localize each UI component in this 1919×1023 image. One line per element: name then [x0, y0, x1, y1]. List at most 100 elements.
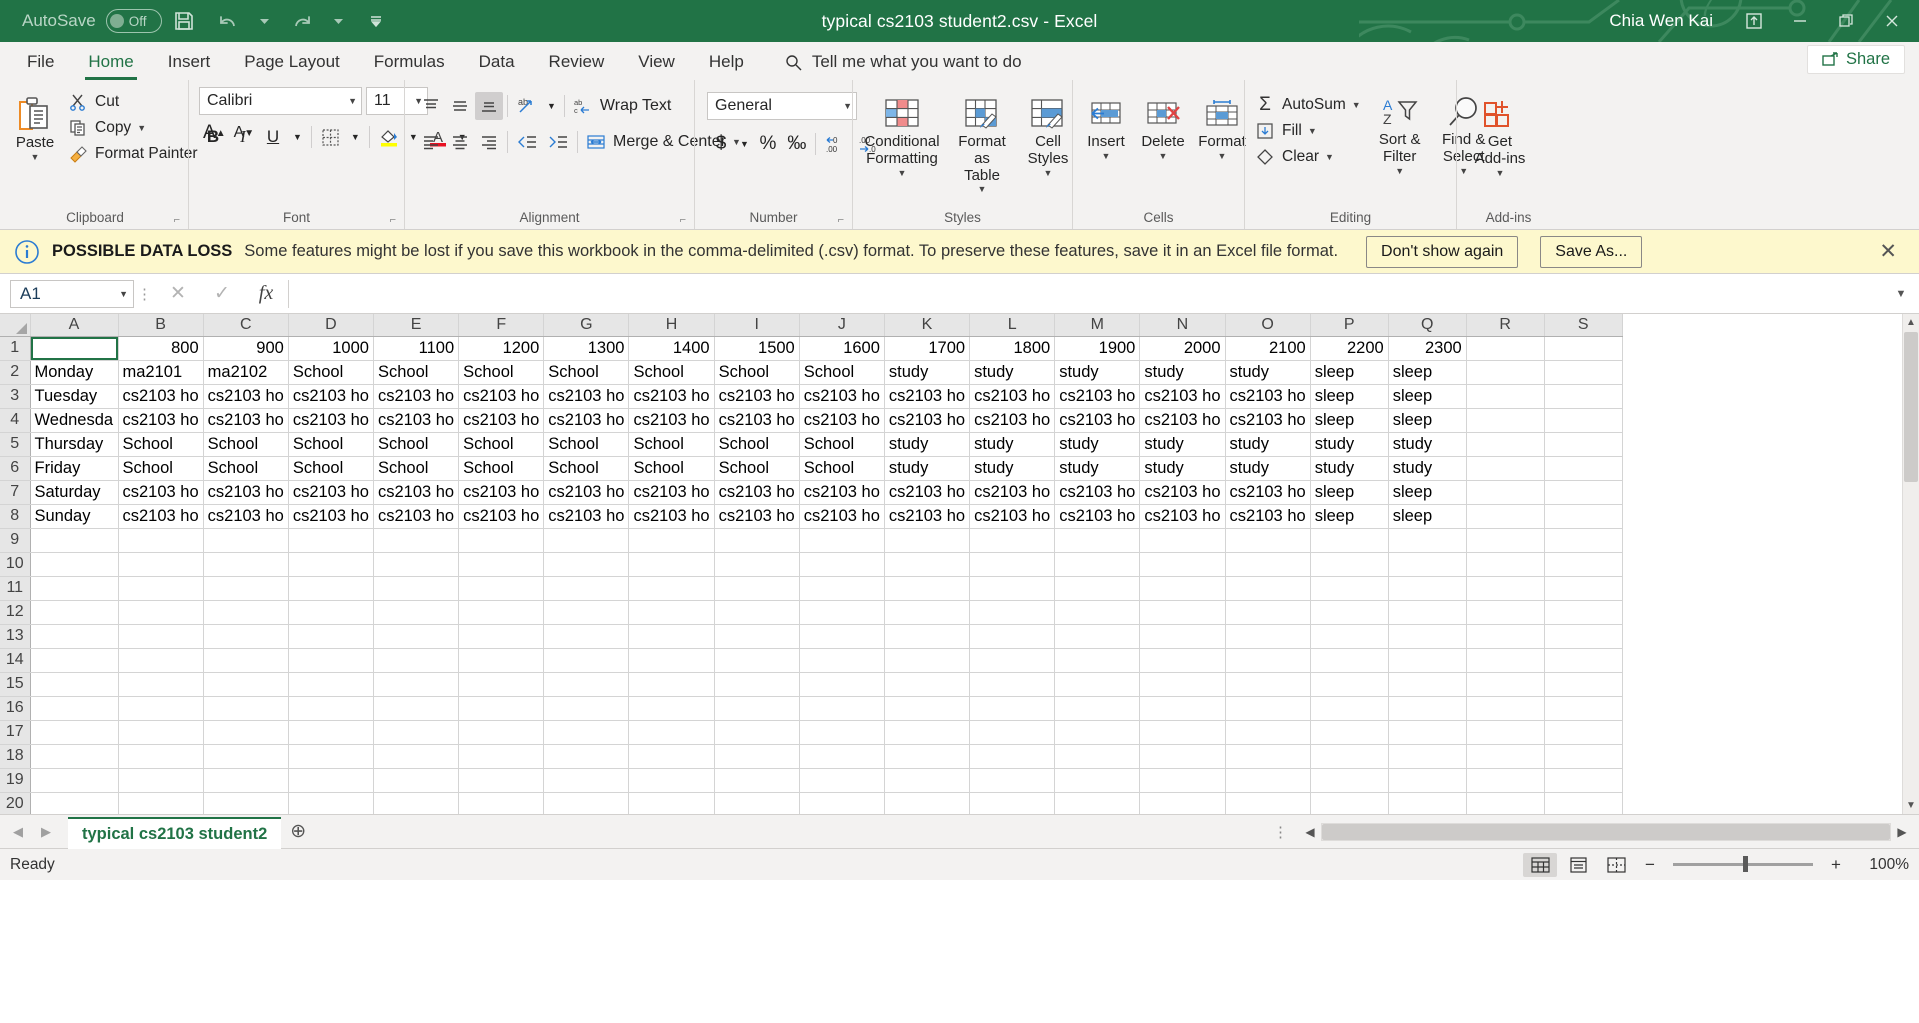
cell-F4[interactable]: cs2103 ho — [458, 408, 545, 433]
cell-K5[interactable]: study — [884, 432, 971, 457]
cell-R15[interactable] — [1466, 672, 1545, 697]
cell-D12[interactable] — [288, 600, 374, 625]
cell-B14[interactable] — [118, 648, 204, 673]
cell-P6[interactable]: study — [1310, 456, 1389, 481]
cell-R19[interactable] — [1466, 768, 1545, 793]
cell-G20[interactable] — [543, 792, 630, 814]
cell-P18[interactable] — [1310, 744, 1389, 769]
cell-H11[interactable] — [628, 576, 715, 601]
cell-L16[interactable] — [969, 696, 1056, 721]
cell-P20[interactable] — [1310, 792, 1389, 814]
cell-G13[interactable] — [543, 624, 630, 649]
cell-Q8[interactable]: sleep — [1388, 504, 1467, 529]
cell-S3[interactable] — [1544, 384, 1623, 409]
cell-G2[interactable]: School — [543, 360, 630, 385]
column-header-L[interactable]: L — [969, 314, 1056, 337]
cell-Q15[interactable] — [1388, 672, 1467, 697]
cell-S17[interactable] — [1544, 720, 1623, 745]
number-dialog-launcher-icon[interactable]: ⌐ — [838, 214, 844, 226]
cell-Q7[interactable]: sleep — [1388, 480, 1467, 505]
decrease-indent-button[interactable] — [512, 128, 542, 156]
cell-I18[interactable] — [714, 744, 800, 769]
cell-B13[interactable] — [118, 624, 204, 649]
cell-S18[interactable] — [1544, 744, 1623, 769]
column-header-G[interactable]: G — [543, 314, 630, 337]
cell-P9[interactable] — [1310, 528, 1389, 553]
cell-A11[interactable] — [30, 576, 119, 601]
cell-E6[interactable]: School — [373, 456, 460, 481]
cell-C13[interactable] — [203, 624, 289, 649]
zoom-slider-handle[interactable] — [1743, 856, 1748, 872]
cell-I13[interactable] — [714, 624, 800, 649]
cell-N9[interactable] — [1139, 528, 1226, 553]
cell-C1[interactable]: 900 — [203, 336, 289, 361]
cut-button[interactable]: Cut — [64, 89, 204, 114]
increase-indent-button[interactable] — [543, 128, 573, 156]
fill-button[interactable]: Fill ▼ — [1251, 118, 1367, 143]
format-as-table-dropdown-icon[interactable]: ▼ — [978, 185, 987, 194]
cell-N10[interactable] — [1139, 552, 1226, 577]
close-icon[interactable] — [1869, 0, 1915, 42]
cell-D2[interactable]: School — [288, 360, 374, 385]
cell-N18[interactable] — [1139, 744, 1226, 769]
cell-I10[interactable] — [714, 552, 800, 577]
cell-G8[interactable]: cs2103 ho — [543, 504, 630, 529]
sort-filter-button[interactable]: A Z Sort & Filter ▼ — [1369, 88, 1431, 176]
insert-function-icon[interactable]: fx — [244, 279, 288, 309]
cell-G16[interactable] — [543, 696, 630, 721]
cell-C20[interactable] — [203, 792, 289, 814]
cell-A4[interactable]: Wednesda — [30, 408, 119, 433]
cell-P4[interactable]: sleep — [1310, 408, 1389, 433]
vertical-scroll-thumb[interactable] — [1904, 332, 1918, 482]
autosave-switch[interactable]: Off — [105, 9, 162, 33]
cell-K12[interactable] — [884, 600, 971, 625]
cell-K16[interactable] — [884, 696, 971, 721]
cell-C8[interactable]: cs2103 ho — [203, 504, 289, 529]
cell-R5[interactable] — [1466, 432, 1545, 457]
cell-E5[interactable]: School — [373, 432, 460, 457]
clear-dropdown-icon[interactable]: ▼ — [1325, 152, 1334, 162]
row-header-20[interactable]: 20 — [0, 792, 31, 814]
page-layout-view-icon[interactable] — [1561, 853, 1595, 877]
cell-I5[interactable]: School — [714, 432, 800, 457]
cell-F17[interactable] — [458, 720, 545, 745]
cell-L20[interactable] — [969, 792, 1056, 814]
conditional-formatting-button[interactable]: Conditional Formatting ▼ — [859, 90, 945, 178]
cell-A6[interactable]: Friday — [30, 456, 119, 481]
cell-G9[interactable] — [543, 528, 630, 553]
borders-dropdown-icon[interactable]: ▼ — [347, 123, 364, 151]
row-header-15[interactable]: 15 — [0, 672, 31, 697]
cell-N5[interactable]: study — [1139, 432, 1226, 457]
cell-Q12[interactable] — [1388, 600, 1467, 625]
cell-R1[interactable] — [1466, 336, 1545, 361]
minimize-icon[interactable] — [1777, 0, 1823, 42]
grid-viewport[interactable]: ABCDEFGHIJKLMNOPQRS 1 800 900 1000 1100 1200 1… — [0, 314, 1902, 814]
row-header-7[interactable]: 7 — [0, 480, 31, 505]
cell-B12[interactable] — [118, 600, 204, 625]
cell-B5[interactable]: School — [118, 432, 204, 457]
cell-F19[interactable] — [458, 768, 545, 793]
row-header-12[interactable]: 12 — [0, 600, 31, 625]
cell-E16[interactable] — [373, 696, 460, 721]
tab-home[interactable]: Home — [71, 46, 150, 80]
cell-O17[interactable] — [1225, 720, 1311, 745]
cell-S13[interactable] — [1544, 624, 1623, 649]
cell-J2[interactable]: School — [799, 360, 885, 385]
cell-F11[interactable] — [458, 576, 545, 601]
cell-L9[interactable] — [969, 528, 1056, 553]
cell-H12[interactable] — [628, 600, 715, 625]
row-header-10[interactable]: 10 — [0, 552, 31, 577]
redo-icon[interactable] — [280, 4, 324, 38]
cell-N16[interactable] — [1139, 696, 1226, 721]
cell-styles-dropdown-icon[interactable]: ▼ — [1044, 168, 1053, 178]
cell-R13[interactable] — [1466, 624, 1545, 649]
save-icon[interactable] — [162, 4, 206, 38]
insert-cells-button[interactable]: Insert ▼ — [1079, 90, 1133, 161]
cell-I15[interactable] — [714, 672, 800, 697]
cell-I1[interactable]: 1500 — [714, 336, 800, 361]
cell-G7[interactable]: cs2103 ho — [543, 480, 630, 505]
row-header-3[interactable]: 3 — [0, 384, 31, 409]
cell-F20[interactable] — [458, 792, 545, 814]
cell-L3[interactable]: cs2103 ho — [969, 384, 1056, 409]
cell-H18[interactable] — [628, 744, 715, 769]
